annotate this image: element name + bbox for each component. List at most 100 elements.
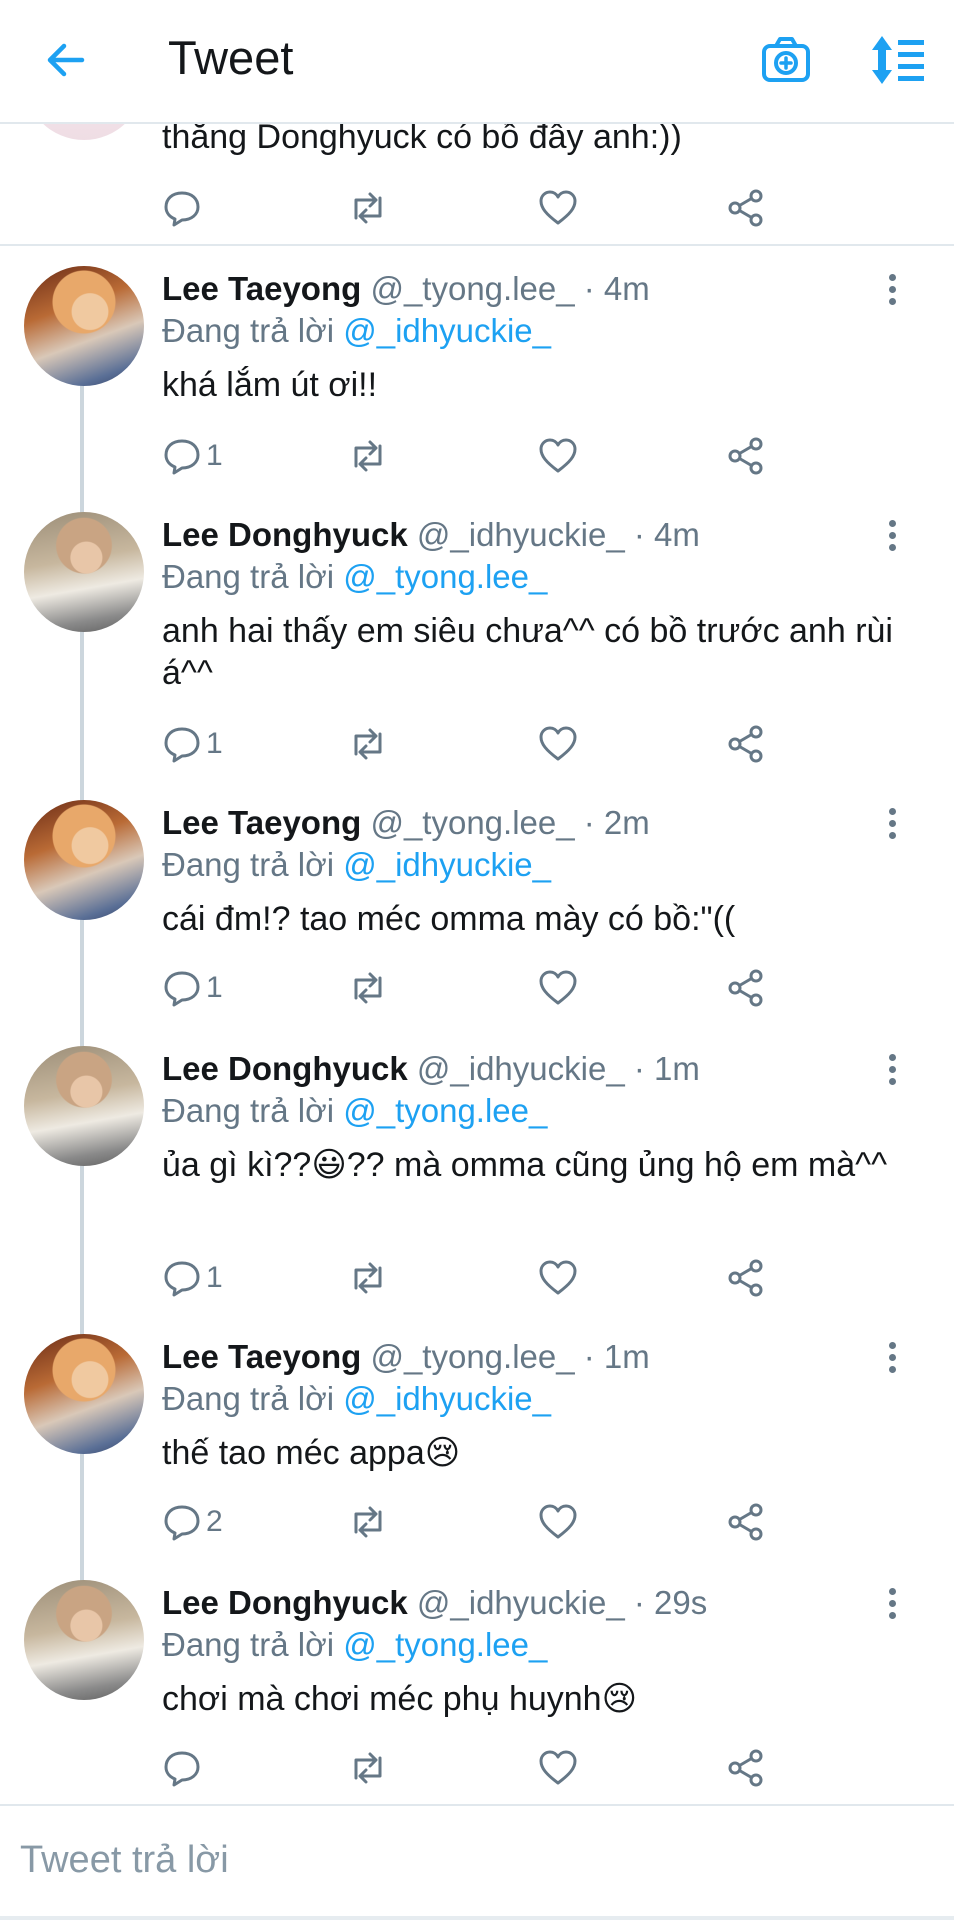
retweet-button[interactable] bbox=[348, 434, 388, 478]
display-name[interactable]: Lee Donghyuck bbox=[162, 1584, 408, 1621]
avatar[interactable] bbox=[24, 266, 144, 386]
like-button[interactable] bbox=[538, 1500, 578, 1544]
share-button[interactable] bbox=[726, 186, 766, 230]
retweet-button[interactable] bbox=[348, 722, 388, 766]
camera-plus-icon bbox=[762, 37, 810, 82]
reply-count: 1 bbox=[206, 1261, 223, 1294]
reply-button[interactable]: 1 bbox=[162, 966, 223, 1010]
reply-button[interactable] bbox=[162, 186, 202, 230]
like-button[interactable] bbox=[538, 1256, 578, 1300]
share-button[interactable] bbox=[726, 722, 766, 766]
heart-icon bbox=[539, 1750, 577, 1785]
share-icon bbox=[728, 1749, 763, 1787]
share-icon bbox=[728, 1503, 763, 1541]
share-button[interactable] bbox=[726, 1256, 766, 1300]
reply-button[interactable] bbox=[162, 1746, 206, 1790]
reply-icon bbox=[164, 727, 200, 763]
tweet-header: Lee Donghyuck @_idhyuckie_ · 29s bbox=[162, 1584, 707, 1622]
replying-to: Đang trả lời @_tyong.lee_ bbox=[162, 1092, 547, 1130]
arrow-left-icon bbox=[47, 43, 85, 77]
like-button[interactable] bbox=[538, 966, 578, 1010]
tweet-actions: 1 bbox=[162, 722, 782, 766]
reply-tweet: Lee Taeyong @_tyong.lee_ · 4m Đang trả l… bbox=[0, 266, 954, 506]
reply-tweet: Lee Taeyong @_tyong.lee_ · 1m Đang trả l… bbox=[0, 1334, 954, 1574]
replying-to-label: Đang trả lời bbox=[162, 1092, 335, 1129]
tweet-header: Lee Donghyuck @_idhyuckie_ · 1m bbox=[162, 1050, 700, 1088]
display-name[interactable]: Lee Taeyong bbox=[162, 270, 361, 307]
tweet-actions bbox=[162, 186, 782, 230]
share-button[interactable] bbox=[726, 1500, 766, 1544]
heart-icon bbox=[539, 438, 577, 473]
handle-time: @_idhyuckie_ · 4m bbox=[416, 516, 700, 553]
avatar[interactable] bbox=[24, 1580, 144, 1700]
replying-to-link[interactable]: @_tyong.lee_ bbox=[343, 1626, 547, 1663]
retweet-icon bbox=[354, 1262, 382, 1294]
top-app-bar: Tweet bbox=[0, 0, 954, 124]
retweet-button[interactable] bbox=[348, 186, 388, 230]
like-button[interactable] bbox=[538, 722, 578, 766]
tweet-actions: 1 bbox=[162, 966, 782, 1010]
share-icon bbox=[728, 189, 763, 227]
camera-button[interactable] bbox=[760, 34, 812, 86]
replying-to-link[interactable]: @_idhyuckie_ bbox=[343, 846, 551, 883]
tweet-header: Lee Taeyong @_tyong.lee_ · 1m bbox=[162, 1338, 650, 1376]
tweet-text: anh hai thấy em siêu chưa^^ có bồ trước … bbox=[162, 612, 893, 692]
like-button[interactable] bbox=[538, 186, 578, 230]
tweet-actions: 1 bbox=[162, 434, 782, 478]
replying-to-label: Đang trả lời bbox=[162, 312, 335, 349]
handle-time: @_tyong.lee_ · 4m bbox=[370, 270, 650, 307]
sort-thread-button[interactable] bbox=[868, 34, 926, 86]
reply-button[interactable]: 2 bbox=[162, 1500, 223, 1544]
share-button[interactable] bbox=[726, 434, 766, 478]
reply-button[interactable]: 1 bbox=[162, 434, 223, 478]
reply-button[interactable]: 1 bbox=[162, 722, 223, 766]
tweet-actions: 2 bbox=[162, 1500, 782, 1544]
retweet-button[interactable] bbox=[348, 1746, 388, 1790]
replying-to-link[interactable]: @_tyong.lee_ bbox=[343, 558, 547, 595]
heart-icon bbox=[539, 190, 577, 225]
more-options-button[interactable] bbox=[884, 520, 900, 556]
display-name[interactable]: Lee Taeyong bbox=[162, 1338, 361, 1375]
share-button[interactable] bbox=[726, 1746, 766, 1790]
like-button[interactable] bbox=[538, 434, 578, 478]
handle-time: @_idhyuckie_ · 29s bbox=[416, 1584, 708, 1621]
back-button[interactable] bbox=[40, 34, 92, 86]
share-button[interactable] bbox=[726, 966, 766, 1010]
replying-to-label: Đang trả lời bbox=[162, 846, 335, 883]
replying-to-link[interactable]: @_idhyuckie_ bbox=[343, 312, 551, 349]
reply-input[interactable] bbox=[20, 1830, 920, 1890]
avatar[interactable] bbox=[24, 512, 144, 632]
replying-to-link[interactable]: @_tyong.lee_ bbox=[343, 1092, 547, 1129]
more-options-button[interactable] bbox=[884, 1054, 900, 1090]
reply-composer bbox=[0, 1804, 954, 1920]
more-options-button[interactable] bbox=[884, 808, 900, 844]
reply-tweet: Lee Donghyuck @_idhyuckie_ · 1m Đang trả… bbox=[0, 1046, 954, 1322]
handle-time: @_idhyuckie_ · 1m bbox=[416, 1050, 700, 1087]
reply-icon bbox=[164, 439, 200, 475]
replying-to-label: Đang trả lời bbox=[162, 1626, 335, 1663]
more-options-button[interactable] bbox=[884, 1342, 900, 1378]
share-icon bbox=[728, 437, 763, 475]
reply-count: 2 bbox=[206, 1505, 223, 1538]
heart-icon bbox=[539, 1260, 577, 1295]
divider bbox=[0, 1916, 954, 1920]
share-icon bbox=[728, 1259, 763, 1297]
retweet-button[interactable] bbox=[348, 966, 388, 1010]
tweet-actions bbox=[162, 1746, 782, 1790]
display-name[interactable]: Lee Taeyong bbox=[162, 804, 361, 841]
avatar[interactable] bbox=[24, 1334, 144, 1454]
avatar[interactable] bbox=[24, 800, 144, 920]
more-options-button[interactable] bbox=[884, 1588, 900, 1624]
reply-button[interactable]: 1 bbox=[162, 1256, 223, 1300]
display-name[interactable]: Lee Donghyuck bbox=[162, 1050, 408, 1087]
avatar[interactable] bbox=[24, 1046, 144, 1166]
retweet-button[interactable] bbox=[348, 1256, 388, 1300]
display-name[interactable]: Lee Donghyuck bbox=[162, 516, 408, 553]
retweet-button[interactable] bbox=[348, 1500, 388, 1544]
reply-tweet: Lee Donghyuck @_idhyuckie_ · 4m Đang trả… bbox=[0, 512, 954, 788]
replying-to-link[interactable]: @_idhyuckie_ bbox=[343, 1380, 551, 1417]
like-button[interactable] bbox=[538, 1746, 578, 1790]
retweet-icon bbox=[354, 1752, 382, 1784]
tweet-text: ủa gì kì??😃?? mà omma cũng ủng hộ em mà^… bbox=[162, 1146, 888, 1184]
more-options-button[interactable] bbox=[884, 274, 900, 310]
